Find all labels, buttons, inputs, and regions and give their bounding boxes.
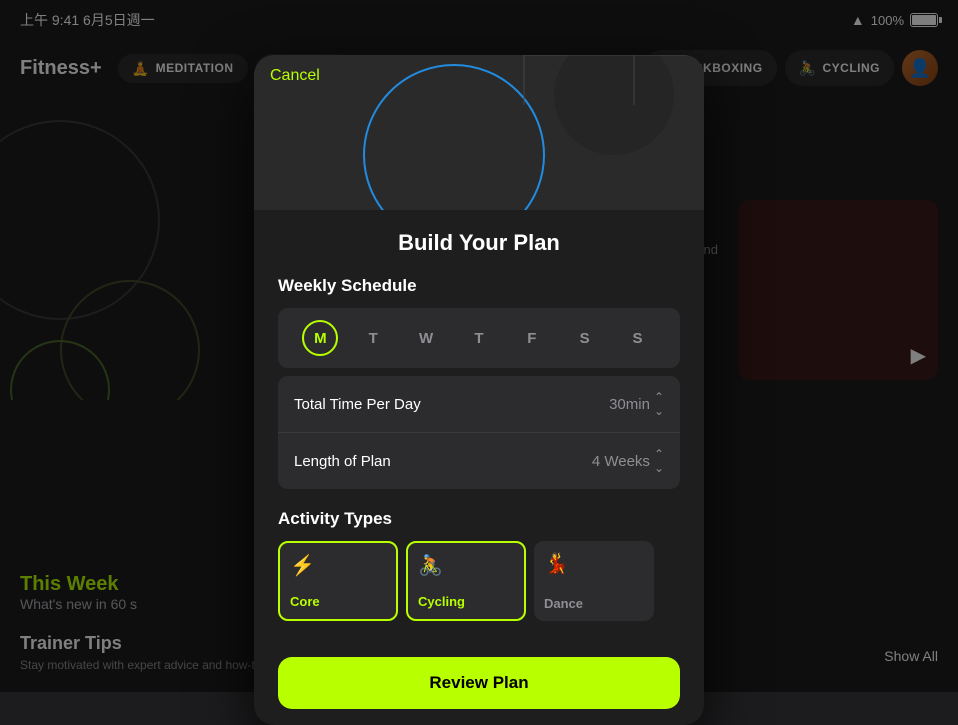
activity-cards: ⚡ Core 🚴 Cycling 💃 Dance bbox=[278, 541, 680, 621]
day-tuesday[interactable]: T bbox=[355, 320, 391, 356]
modal-body: Build Your Plan Weekly Schedule M T W T … bbox=[254, 210, 704, 641]
day-thursday[interactable]: T bbox=[461, 320, 497, 356]
core-icon: ⚡ bbox=[290, 553, 386, 578]
activity-types-section: Activity Types ⚡ Core 🚴 Cycling 💃 Dance bbox=[278, 509, 680, 621]
modal-title: Build Your Plan bbox=[278, 230, 680, 256]
plan-length-label: Length of Plan bbox=[294, 453, 391, 470]
core-label: Core bbox=[290, 594, 386, 609]
review-plan-button[interactable]: Review Plan bbox=[278, 657, 680, 709]
cancel-button[interactable]: Cancel bbox=[270, 67, 320, 85]
modal-decorative-circles bbox=[254, 55, 704, 210]
modal-overlay: Cancel Build Your Plan Weekly Schedule M… bbox=[0, 0, 958, 692]
modal-top-visual: Cancel bbox=[254, 55, 704, 210]
weekly-schedule-label: Weekly Schedule bbox=[278, 276, 680, 296]
total-time-val: 30min bbox=[609, 396, 650, 413]
total-time-value: 30min ⌃⌄ bbox=[609, 390, 664, 418]
days-row: M T W T F S S bbox=[278, 308, 680, 368]
build-your-plan-modal: Cancel Build Your Plan Weekly Schedule M… bbox=[254, 55, 704, 725]
day-sunday[interactable]: S bbox=[619, 320, 655, 356]
day-saturday[interactable]: S bbox=[567, 320, 603, 356]
activity-card-cycling[interactable]: 🚴 Cycling bbox=[406, 541, 526, 621]
day-wednesday[interactable]: W bbox=[408, 320, 444, 356]
cycling-card-icon: 🚴 bbox=[418, 553, 514, 578]
dance-icon: 💃 bbox=[544, 551, 644, 576]
total-time-row[interactable]: Total Time Per Day 30min ⌃⌄ bbox=[278, 376, 680, 433]
plan-length-row[interactable]: Length of Plan 4 Weeks ⌃⌄ bbox=[278, 433, 680, 489]
day-monday[interactable]: M bbox=[302, 320, 338, 356]
day-friday[interactable]: F bbox=[514, 320, 550, 356]
cycling-label: Cycling bbox=[418, 594, 514, 609]
activity-card-core[interactable]: ⚡ Core bbox=[278, 541, 398, 621]
total-time-label: Total Time Per Day bbox=[294, 396, 421, 413]
plan-length-value: 4 Weeks ⌃⌄ bbox=[592, 447, 664, 475]
total-time-chevron: ⌃⌄ bbox=[654, 390, 664, 418]
plan-length-chevron: ⌃⌄ bbox=[654, 447, 664, 475]
dance-label: Dance bbox=[544, 596, 644, 611]
activity-types-label: Activity Types bbox=[278, 509, 680, 529]
plan-length-val: 4 Weeks bbox=[592, 453, 650, 470]
activity-card-dance[interactable]: 💃 Dance bbox=[534, 541, 654, 621]
settings-container: Total Time Per Day 30min ⌃⌄ Length of Pl… bbox=[278, 376, 680, 489]
